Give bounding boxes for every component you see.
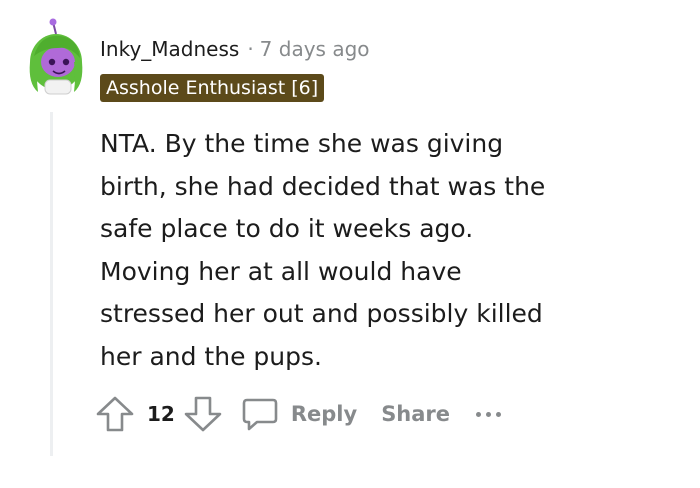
vote-count: 12 (147, 402, 175, 426)
comment-body-line: safe place to do it weeks ago. (100, 214, 474, 243)
comment-body-line: NTA. By the time she was giving (100, 129, 504, 158)
comment-body-line: her and the pups. (100, 341, 322, 371)
reply-button[interactable]: Reply (241, 394, 357, 434)
more-options-icon[interactable] (476, 411, 502, 417)
comment-actions: 12 Reply Share (95, 394, 502, 434)
author-username[interactable]: Inky_Madness (100, 37, 239, 61)
downvote-arrow-icon (184, 396, 222, 432)
comment-timestamp[interactable]: 7 days ago (260, 37, 370, 61)
comment-header: Inky_Madness · 7 days ago (100, 34, 370, 64)
meta-separator: · (247, 37, 254, 61)
speech-bubble-icon (242, 398, 278, 431)
upvote-button[interactable] (95, 394, 135, 434)
upvote-arrow-icon (96, 396, 134, 432)
reply-label: Reply (290, 402, 358, 426)
comment-body-line: birth, she had decided that was the (100, 171, 546, 201)
comment: Inky_Madness · 7 days ago Asshole Enthus… (0, 0, 700, 488)
user-flair: Asshole Enthusiast [6] (100, 74, 325, 102)
user-avatar[interactable] (26, 18, 86, 98)
more-dot (496, 411, 502, 417)
more-dot (476, 411, 482, 417)
comment-body-line: stressed her out and possibly killed (100, 299, 543, 328)
share-button[interactable]: Share (381, 402, 450, 426)
comment-body-line: Moving her at all would have (100, 256, 462, 286)
more-dot (486, 411, 492, 417)
comment-body: NTA. By the time she was giving birth, s… (100, 123, 600, 378)
downvote-button[interactable] (183, 394, 223, 434)
thread-line[interactable] (50, 112, 53, 456)
snoo-avatar-icon (29, 18, 83, 95)
